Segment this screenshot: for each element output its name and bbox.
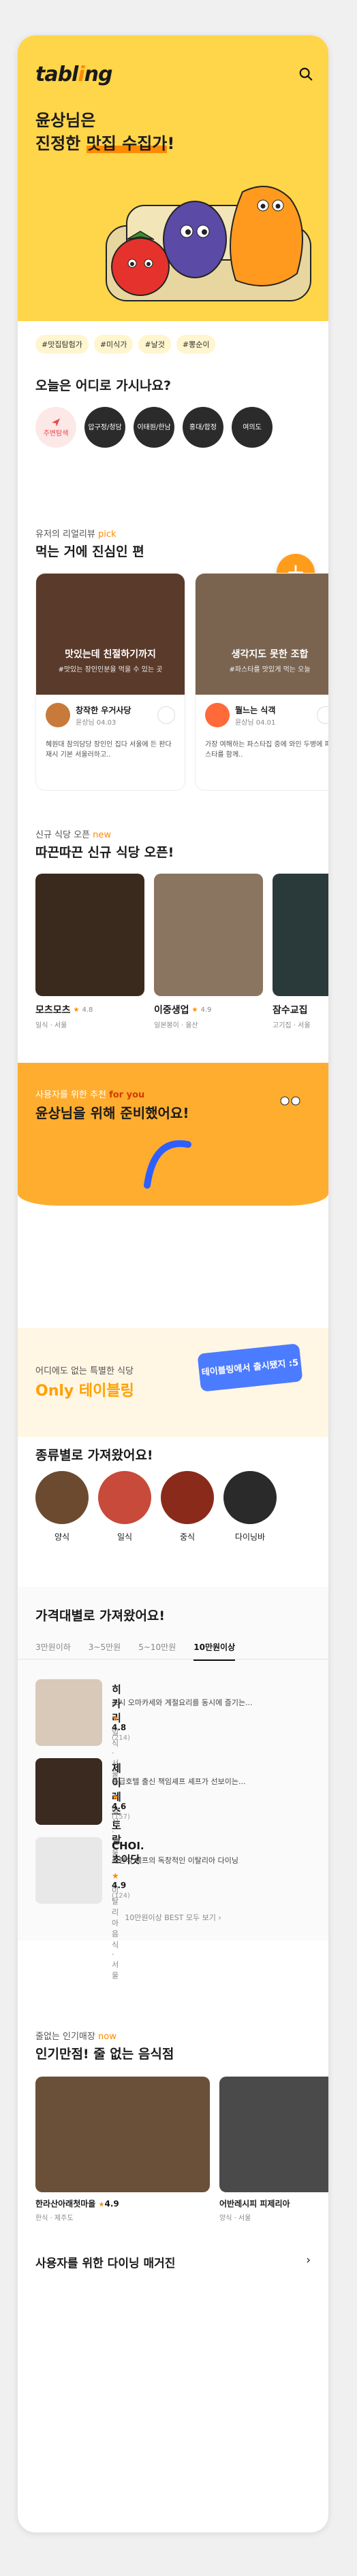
place-photo (35, 874, 144, 996)
hero-tag[interactable]: #맛집탐험가 (35, 335, 89, 354)
new-place-card[interactable]: 모츠모츠 ★ 4.8 일식 · 서울 (35, 874, 144, 1029)
tab-price-active[interactable]: 10만원이상 (193, 1641, 236, 1661)
chevron-right-icon: › (306, 2253, 311, 2267)
hero-tag[interactable]: #뽕순이 (176, 335, 216, 354)
hero-title: 윤상님은 진정한 맛집 수집가! (35, 111, 175, 153)
review-list: 맛있는데 친절하기까지 #맛있는 장인인분을 먹을 수 있는 곳 창작한 우거사… (35, 573, 328, 791)
region-list: 주변탐색 압구정/청담 이태원/한남 홍대/합정 여의도 (35, 407, 273, 448)
navigation-arrow-icon (52, 418, 60, 427)
review-photo: 맛있는데 친절하기까지 #맛있는 장인인분을 먹을 수 있는 곳 (36, 574, 185, 695)
category-item[interactable]: 중식 (161, 1471, 214, 1542)
category-item[interactable]: 일식 (98, 1471, 151, 1542)
hero-tag[interactable]: #미식가 (93, 335, 134, 354)
tableing-banner[interactable]: 어디에도 없는 특별한 식당 Only 테이블링 테이블링에서 출시됐지 :5 (18, 1328, 328, 1437)
price-tabs: 3만원이하 3~5만원 5~10만원 10만원이상 (35, 1641, 236, 1661)
region-item[interactable]: 여의도 (232, 407, 273, 448)
hero-banner: tabling 윤상님은 진정한 맛집 수집가! (18, 35, 328, 321)
tab-price[interactable]: 5~10만원 (138, 1641, 176, 1661)
tab-price[interactable]: 3~5만원 (89, 1641, 121, 1661)
popular-card[interactable]: 한라산아래첫마을 ★4.9 한식 · 제주도 (35, 2077, 210, 2222)
magazine-link[interactable]: 사용자를 위한 다이닝 매거진 › (35, 2253, 311, 2270)
price-title: 가격대별로 가져왔어요! (35, 1608, 166, 1623)
region-item[interactable]: 홍대/합정 (183, 407, 223, 448)
search-icon[interactable] (298, 67, 313, 82)
avatar (46, 703, 70, 727)
review-card[interactable]: 생각지도 못한 조합 #파스타를 맛있게 먹는 오늘 뭘느는 식객 윤상님 04… (195, 573, 328, 791)
tableing-bubble: 테이블링에서 출시됐지 :5 (197, 1343, 303, 1392)
hero-tag[interactable]: #날것 (138, 335, 171, 354)
place-photo (219, 2077, 328, 2192)
avatar (205, 703, 230, 727)
review-card[interactable]: 맛있는데 친절하기까지 #맛있는 장인인분을 먹을 수 있는 곳 창작한 우거사… (35, 573, 185, 791)
decor-face (280, 1096, 300, 1106)
see-all-link[interactable]: 10만원이상 BEST 모두 보기 › (18, 1912, 328, 1923)
category-item[interactable]: 양식 (35, 1471, 89, 1542)
new-place-card[interactable]: 이중생업 ★ 4.9 일본봉이 · 울산 (154, 874, 263, 1029)
for-you-banner[interactable]: 사용자를 위한 추천 for you 윤상님을 위해 준비했어요! (18, 1063, 328, 1206)
heart-icon[interactable] (317, 706, 328, 724)
region-item[interactable]: 이태원/한남 (134, 407, 174, 448)
hero-tag-list: #맛집탐험가 #미식가 #날것 #뽕순이 (35, 335, 216, 354)
popular-title: 인기만점! 줄 없는 음식점 (35, 2047, 174, 2062)
reviews-eyebrow: 유저의 리얼리뷰 pick (35, 529, 117, 540)
popular-list: 한라산아래첫마을 ★4.9 한식 · 제주도 어반레시피 피제리아 양식 · 서… (35, 2077, 328, 2222)
category-item[interactable]: 다이닝바 (223, 1471, 277, 1542)
review-photo: 생각지도 못한 조합 #파스타를 맛있게 먹는 오늘 (196, 574, 328, 695)
heart-icon[interactable] (157, 706, 175, 724)
category-list: 양식 일식 중식 다이닝바 (35, 1471, 277, 1542)
tab-price[interactable]: 3만원이하 (35, 1641, 71, 1661)
place-photo (154, 874, 263, 996)
place-photo (273, 874, 328, 996)
regions-title: 오늘은 어디로 가시나요? (35, 378, 172, 393)
region-nearby[interactable]: 주변탐색 (35, 407, 76, 448)
categories-title: 종류별로 가져왔어요! (35, 1448, 153, 1463)
reviews-title: 먹는 거에 진심인 편 (35, 544, 144, 559)
popular-card[interactable]: 어반레시피 피제리아 양식 · 서울 (219, 2077, 328, 2222)
decor-shape (144, 1140, 191, 1189)
app-screen: tabling 윤상님은 진정한 맛집 수집가! #맛집탐험가 #미식가 #날것… (18, 35, 328, 2532)
app-logo[interactable]: tabling (35, 63, 112, 86)
hero-illustration (106, 186, 311, 301)
place-photo (35, 2077, 210, 2192)
new-place-card[interactable]: 잠수교집 고기집 · 서울 (273, 874, 328, 1029)
new-place-list: 모츠모츠 ★ 4.8 일식 · 서울 이중생업 ★ 4.9 일본봉이 · 울산 잠수교집… (35, 874, 328, 1029)
region-item[interactable]: 압구정/청담 (84, 407, 125, 448)
popular-eyebrow: 줄없는 인기매장 now (35, 2032, 117, 2042)
new-title: 따끈따끈 신규 식당 오픈! (35, 845, 174, 860)
new-eyebrow: 신규 식당 오픈 new (35, 830, 112, 840)
